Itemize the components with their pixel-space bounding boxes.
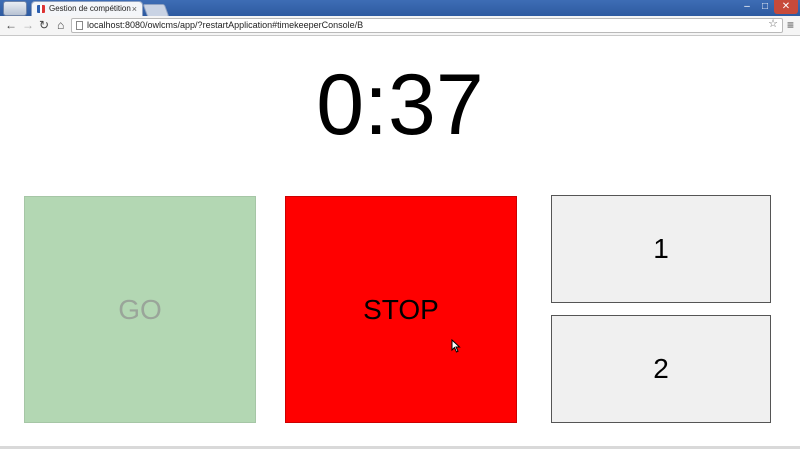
maximize-button[interactable]: □ <box>756 0 774 14</box>
tab-close-icon[interactable]: × <box>132 2 137 16</box>
mouse-cursor-icon <box>451 339 461 353</box>
browser-menu-icon[interactable]: ≡ <box>787 17 794 33</box>
stop-button[interactable]: STOP <box>285 196 517 423</box>
go-button[interactable]: GO <box>24 196 256 423</box>
close-window-button[interactable]: ✕ <box>774 0 798 14</box>
back-icon[interactable]: ← <box>5 17 17 33</box>
browser-toolbar: ← → ↻ ⌂ localhost:8080/owlcms/app/?resta… <box>0 16 800 36</box>
two-minute-button[interactable]: 2 <box>551 315 771 423</box>
one-minute-button[interactable]: 1 <box>551 195 771 303</box>
tab-title: Gestion de compétition <box>49 4 131 13</box>
browser-titlebar: Gestion de compétition × – □ ✕ <box>0 0 800 17</box>
minimize-button[interactable]: – <box>738 0 756 14</box>
page-icon <box>76 21 83 30</box>
window-menu-button[interactable] <box>3 1 27 16</box>
browser-tab[interactable]: Gestion de compétition × <box>31 1 143 16</box>
address-bar[interactable]: localhost:8080/owlcms/app/?restartApplic… <box>71 18 783 33</box>
forward-icon[interactable]: → <box>22 17 34 33</box>
home-icon[interactable]: ⌂ <box>57 17 64 33</box>
bookmark-star-icon[interactable]: ☆ <box>768 18 778 31</box>
url-text[interactable]: localhost:8080/owlcms/app/?restartApplic… <box>87 19 363 32</box>
countdown-timer: 0:37 <box>316 57 484 153</box>
reload-icon[interactable]: ↻ <box>39 17 49 33</box>
favicon-icon <box>37 5 45 13</box>
